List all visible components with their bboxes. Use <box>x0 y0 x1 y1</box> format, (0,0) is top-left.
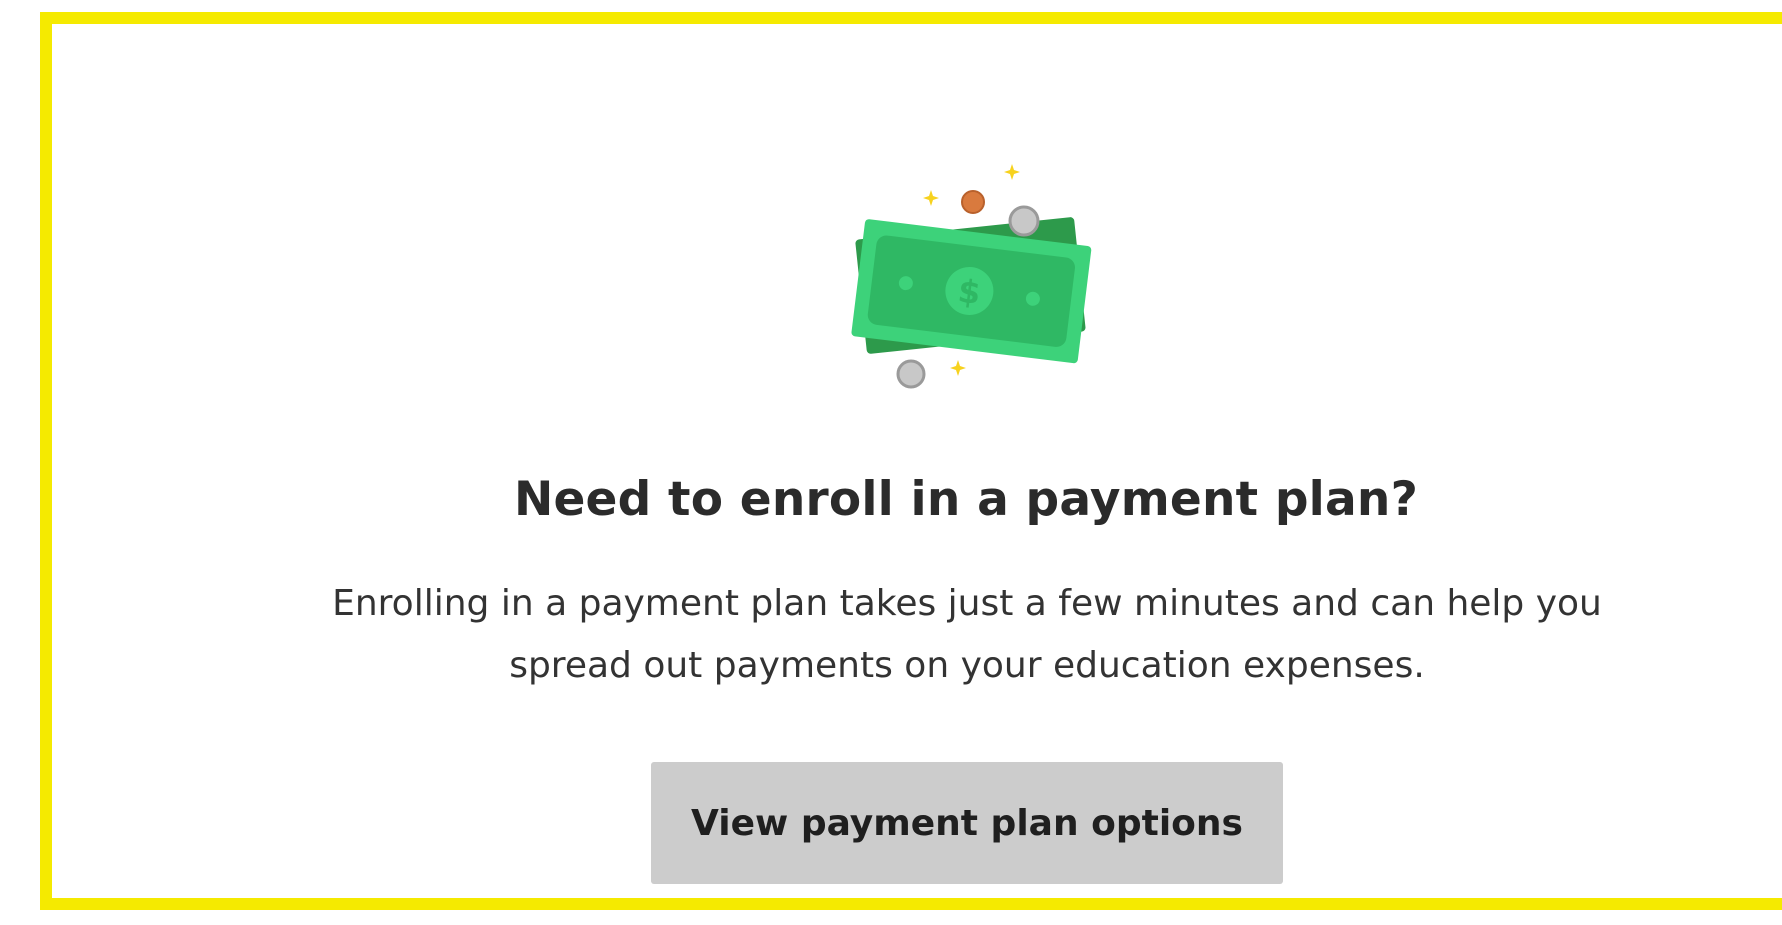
page-title: Need to enroll in a payment plan? <box>513 472 1419 527</box>
page: $ Need to enroll in a payment plan? Enro… <box>0 0 1782 925</box>
silver-coin-icon <box>896 359 926 389</box>
sparkle-icon <box>923 190 939 206</box>
payment-plan-card: $ Need to enroll in a payment plan? Enro… <box>40 12 1782 910</box>
svg-text:$: $ <box>956 272 983 312</box>
view-payment-plan-options-button[interactable]: View payment plan options <box>651 762 1283 884</box>
sparkle-icon <box>950 360 966 376</box>
description-text: Enrolling in a payment plan takes just a… <box>332 583 1602 686</box>
sparkle-icon <box>1004 164 1020 180</box>
money-bills-coins-icon: $ <box>851 164 1092 389</box>
copper-coin-icon <box>961 190 985 214</box>
silver-coin-icon <box>1008 205 1040 237</box>
